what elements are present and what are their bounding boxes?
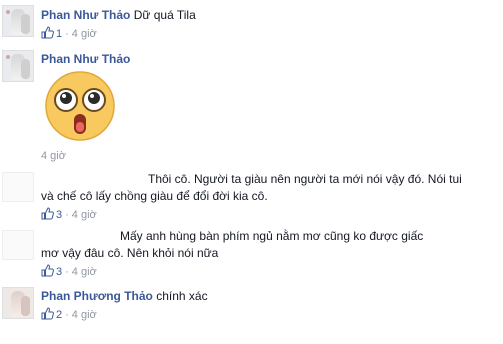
comment-meta: 3 · 4 giờ <box>41 264 97 280</box>
avatar[interactable] <box>2 287 34 319</box>
avatar[interactable] <box>2 230 34 260</box>
shocked-face-sticker <box>44 70 116 142</box>
like-count[interactable]: 2 <box>56 309 62 321</box>
comment-time[interactable]: 4 giờ <box>41 150 66 162</box>
comment-text-line-1: Mấy anh hùng bàn phím ngủ nằm mơ cũng ko… <box>120 229 424 243</box>
commenter-name[interactable]: Phan Như Thảo <box>41 52 130 66</box>
thumbs-up-icon[interactable] <box>41 26 54 42</box>
comment-text-line-2: và chế cô lấy chồng giàu để đổi đời kia … <box>41 189 268 203</box>
commenter-name[interactable]: Phan Phương Thảo <box>41 289 153 303</box>
thumbs-up-icon[interactable] <box>41 264 54 280</box>
like-count[interactable]: 1 <box>56 28 62 40</box>
avatar[interactable] <box>2 5 34 37</box>
comment-time[interactable]: 4 giờ <box>72 266 97 278</box>
comment-time[interactable]: 4 giờ <box>72 209 97 221</box>
comment-text: chính xác <box>156 289 208 303</box>
avatar[interactable] <box>2 50 34 82</box>
comment-text: Dữ quá Tila <box>133 8 196 22</box>
comment-time[interactable]: 4 giờ <box>72 28 97 40</box>
comment-text-line-1: Thôi cô. Người ta giàu nên người ta mới … <box>148 172 462 186</box>
comment-meta: 3 · 4 giờ <box>41 207 97 223</box>
avatar[interactable] <box>2 172 34 202</box>
thumbs-up-icon[interactable] <box>41 307 54 323</box>
like-count[interactable]: 3 <box>56 266 62 278</box>
commenter-name[interactable]: Phan Như Thảo <box>41 8 130 22</box>
comment-text-line-2: mơ vậy đâu cô. Nên khỏi nói nữa <box>41 246 219 260</box>
thumbs-up-icon[interactable] <box>41 207 54 223</box>
like-count[interactable]: 3 <box>56 209 62 221</box>
comment-meta: 2 · 4 giờ <box>41 307 97 323</box>
comment-meta: 1 · 4 giờ <box>41 26 97 42</box>
comment-time[interactable]: 4 giờ <box>72 309 97 321</box>
